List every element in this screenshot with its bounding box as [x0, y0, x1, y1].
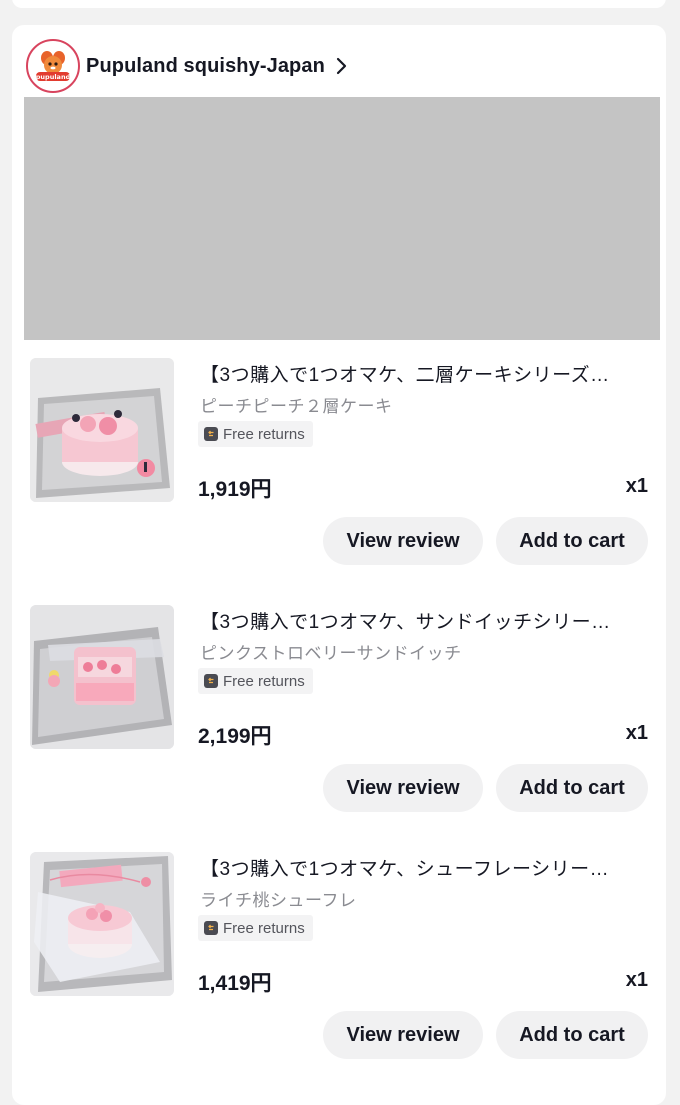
product-quantity: x1 — [625, 475, 648, 497]
product-title[interactable]: 【3つ購入で1つオマケ、サンドイッチシリー… — [200, 607, 646, 634]
product-variant: ライチ桃シューフレ — [200, 891, 357, 910]
product-variant: ピンクストロベリーサンドイッチ — [200, 644, 462, 663]
product-quantity: x1 — [625, 969, 648, 991]
badge-label: Free returns — [223, 919, 305, 937]
product-price: 1,919円 — [198, 478, 272, 501]
product-title[interactable]: 【3つ購入で1つオマケ、シューフレーシリー… — [200, 854, 646, 881]
free-returns-badge: Free returns — [198, 668, 313, 694]
store-header[interactable]: pupuland Pupuland squishy-Japan — [26, 39, 349, 93]
return-icon — [204, 427, 218, 441]
view-review-button[interactable]: View review — [323, 517, 483, 565]
return-icon — [204, 674, 218, 688]
product-quantity: x1 — [625, 722, 648, 744]
store-logo-image: pupuland — [36, 51, 71, 81]
product-variant: ピーチピーチ２層ケーキ — [200, 397, 393, 416]
view-review-button[interactable]: View review — [323, 764, 483, 812]
product-image-cake[interactable] — [30, 358, 174, 502]
product-price: 2,199円 — [198, 725, 272, 748]
order-item: 【3つ購入で1つオマケ、サンドイッチシリー… ピンクストロベリーサンドイッチ F… — [12, 605, 666, 845]
add-to-cart-button[interactable]: Add to cart — [496, 764, 648, 812]
previous-card — [12, 0, 666, 8]
store-order-card: pupuland Pupuland squishy-Japan 【3つ購入で1つ… — [12, 25, 666, 1105]
order-item: 【3つ購入で1つオマケ、二層ケーキシリーズ… ピーチピーチ２層ケーキ Free … — [12, 358, 666, 598]
promo-banner-placeholder — [24, 97, 660, 340]
product-price: 1,419円 — [198, 972, 272, 995]
badge-label: Free returns — [223, 672, 305, 690]
order-item: 【3つ購入で1つオマケ、シューフレーシリー… ライチ桃シューフレ Free re… — [12, 852, 666, 1092]
store-name[interactable]: Pupuland squishy-Japan — [86, 55, 325, 78]
store-logo[interactable]: pupuland — [26, 39, 80, 93]
chevron-right-icon[interactable] — [335, 56, 349, 76]
badge-label: Free returns — [223, 425, 305, 443]
product-image-souffle[interactable] — [30, 852, 174, 996]
product-image-sandwich[interactable] — [30, 605, 174, 749]
add-to-cart-button[interactable]: Add to cart — [496, 517, 648, 565]
logo-wordmark: pupuland — [36, 73, 71, 81]
free-returns-badge: Free returns — [198, 421, 313, 447]
free-returns-badge: Free returns — [198, 915, 313, 941]
add-to-cart-button[interactable]: Add to cart — [496, 1011, 648, 1059]
product-title[interactable]: 【3つ購入で1つオマケ、二層ケーキシリーズ… — [200, 360, 646, 387]
return-icon — [204, 921, 218, 935]
view-review-button[interactable]: View review — [323, 1011, 483, 1059]
